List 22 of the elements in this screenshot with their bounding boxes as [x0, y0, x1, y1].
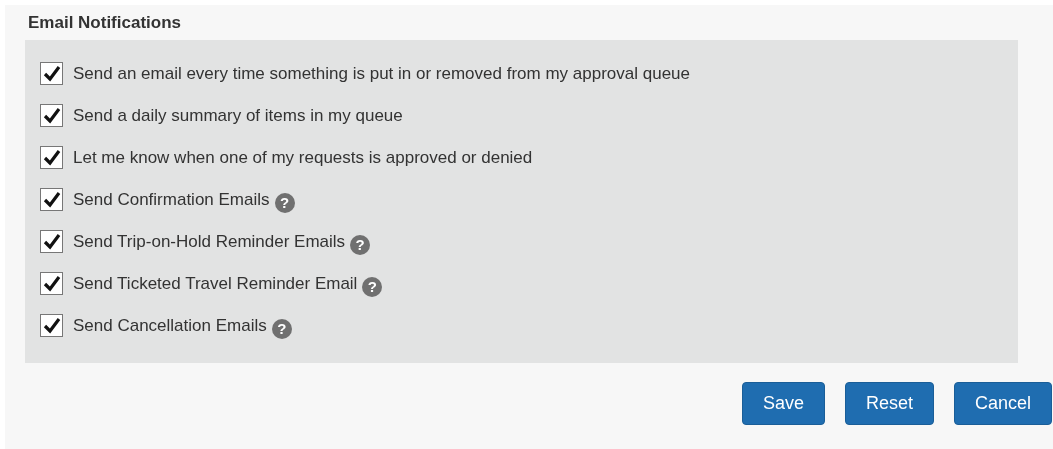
help-icon[interactable]: ? [274, 192, 295, 213]
checkbox[interactable] [40, 314, 63, 337]
checkbox[interactable] [40, 62, 63, 85]
option-label: Send Cancellation Emails [73, 316, 267, 335]
action-button[interactable]: Save [741, 382, 825, 425]
option-label: Send an email every time something is put in or removed from my approval queue [73, 64, 691, 83]
action-button[interactable]: Cancel [953, 382, 1052, 425]
section-title: Email Notifications [28, 13, 183, 33]
help-icon[interactable]: ? [350, 234, 371, 255]
checkbox[interactable] [40, 272, 63, 295]
option-label: Let me know when one of my requests is approved or denied [73, 148, 533, 167]
option-label: Send Confirmation Emails [73, 190, 270, 209]
checkbox[interactable] [40, 104, 63, 127]
option-label: Send Ticketed Travel Reminder Email [73, 274, 358, 293]
option-label: Send a daily summary of items in my queue [73, 106, 403, 125]
checkbox[interactable] [40, 188, 63, 211]
help-icon[interactable]: ? [271, 318, 292, 339]
action-button[interactable]: Reset [844, 382, 934, 425]
checkbox[interactable] [40, 230, 63, 253]
help-icon[interactable]: ? [362, 276, 383, 297]
checkbox[interactable] [40, 146, 63, 169]
option-label: Send Trip-on-Hold Reminder Emails [73, 232, 346, 251]
